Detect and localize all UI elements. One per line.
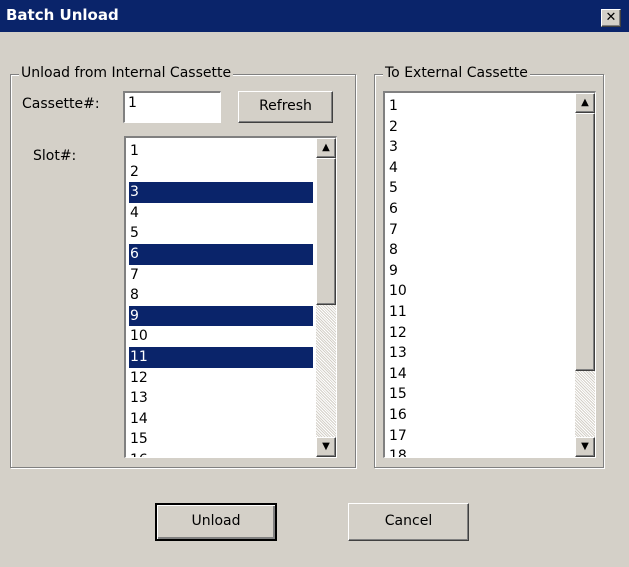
scroll-thumb[interactable]: [575, 113, 595, 371]
unload-button[interactable]: Unload: [155, 503, 277, 541]
scroll-down-icon: ▼: [322, 441, 330, 452]
slot-list-item[interactable]: 12: [388, 323, 572, 344]
slot-list-item[interactable]: 6: [129, 243, 313, 265]
slot-list-item[interactable]: 9: [129, 305, 313, 327]
close-button[interactable]: ✕: [601, 9, 621, 27]
close-icon: ✕: [605, 10, 617, 25]
refresh-button-label: Refresh: [259, 98, 312, 114]
slot-list-item[interactable]: 16: [129, 450, 313, 457]
window-title: Batch Unload: [6, 6, 119, 24]
internal-slot-list[interactable]: 12345678910111213141516 ▲ ▼: [124, 136, 337, 458]
slot-list-item[interactable]: 7: [388, 220, 572, 241]
scroll-down-button[interactable]: ▼: [316, 437, 336, 457]
slot-list-item[interactable]: 4: [129, 203, 313, 224]
refresh-button[interactable]: Refresh: [238, 91, 333, 123]
internal-cassette-group-label: Unload from Internal Cassette: [19, 65, 234, 81]
external-cassette-group-label: To External Cassette: [383, 65, 530, 81]
slot-number-label: Slot#:: [33, 148, 77, 164]
slot-list-item[interactable]: 15: [129, 429, 313, 450]
slot-list-item[interactable]: 7: [129, 265, 313, 286]
slot-list-item[interactable]: 6: [388, 199, 572, 220]
slot-list-item[interactable]: 8: [388, 240, 572, 261]
cassette-number-value: 1: [128, 95, 137, 111]
internal-slot-scrollbar[interactable]: ▲ ▼: [316, 138, 336, 457]
slot-list-item[interactable]: 14: [129, 409, 313, 430]
slot-list-item[interactable]: 8: [129, 285, 313, 306]
slot-list-item[interactable]: 10: [388, 281, 572, 302]
slot-list-item[interactable]: 11: [388, 302, 572, 323]
slot-list-item[interactable]: 16: [388, 405, 572, 426]
scroll-up-button[interactable]: ▲: [316, 138, 336, 158]
slot-list-item[interactable]: 13: [388, 343, 572, 364]
slot-list-item[interactable]: 14: [388, 364, 572, 385]
slot-list-item[interactable]: 18: [388, 446, 572, 457]
slot-list-item[interactable]: 1: [129, 141, 313, 162]
scroll-down-button[interactable]: ▼: [575, 437, 595, 457]
slot-list-item[interactable]: 5: [129, 223, 313, 244]
slot-list-item[interactable]: 4: [388, 158, 572, 179]
slot-list-item[interactable]: 1: [388, 96, 572, 117]
cassette-number-input[interactable]: 1: [123, 91, 221, 123]
slot-list-item[interactable]: 2: [129, 162, 313, 183]
slot-list-item[interactable]: 2: [388, 117, 572, 138]
external-slot-scrollbar[interactable]: ▲ ▼: [575, 93, 595, 457]
scroll-down-icon: ▼: [581, 441, 589, 452]
slot-list-item[interactable]: 3: [388, 137, 572, 158]
slot-list-item[interactable]: 15: [388, 384, 572, 405]
slot-list-item[interactable]: 10: [129, 326, 313, 347]
slot-list-item[interactable]: 11: [129, 346, 313, 368]
cancel-button[interactable]: Cancel: [348, 503, 469, 541]
cancel-button-label: Cancel: [384, 513, 433, 529]
title-bar[interactable]: Batch Unload ✕: [0, 0, 629, 32]
slot-list-item[interactable]: 13: [129, 388, 313, 409]
scroll-up-button[interactable]: ▲: [575, 93, 595, 113]
scroll-thumb[interactable]: [316, 158, 336, 305]
cassette-number-label: Cassette#:: [22, 96, 100, 112]
slot-list-item[interactable]: 17: [388, 426, 572, 447]
scroll-up-icon: ▲: [581, 97, 589, 108]
scroll-up-icon: ▲: [322, 142, 330, 153]
slot-list-item[interactable]: 3: [129, 182, 313, 203]
unload-button-label: Unload: [191, 513, 241, 529]
slot-list-item[interactable]: 9: [388, 261, 572, 282]
external-slot-list[interactable]: 1 2 3 4 5 6 7 8 9 10 11 12 13 14 15 16 17 18 ▲ ▼: [383, 91, 596, 458]
batch-unload-dialog: Batch Unload ✕ Unload from Internal Cass…: [0, 0, 629, 567]
slot-list-item[interactable]: 12: [129, 368, 313, 389]
slot-list-item[interactable]: 5: [388, 178, 572, 199]
